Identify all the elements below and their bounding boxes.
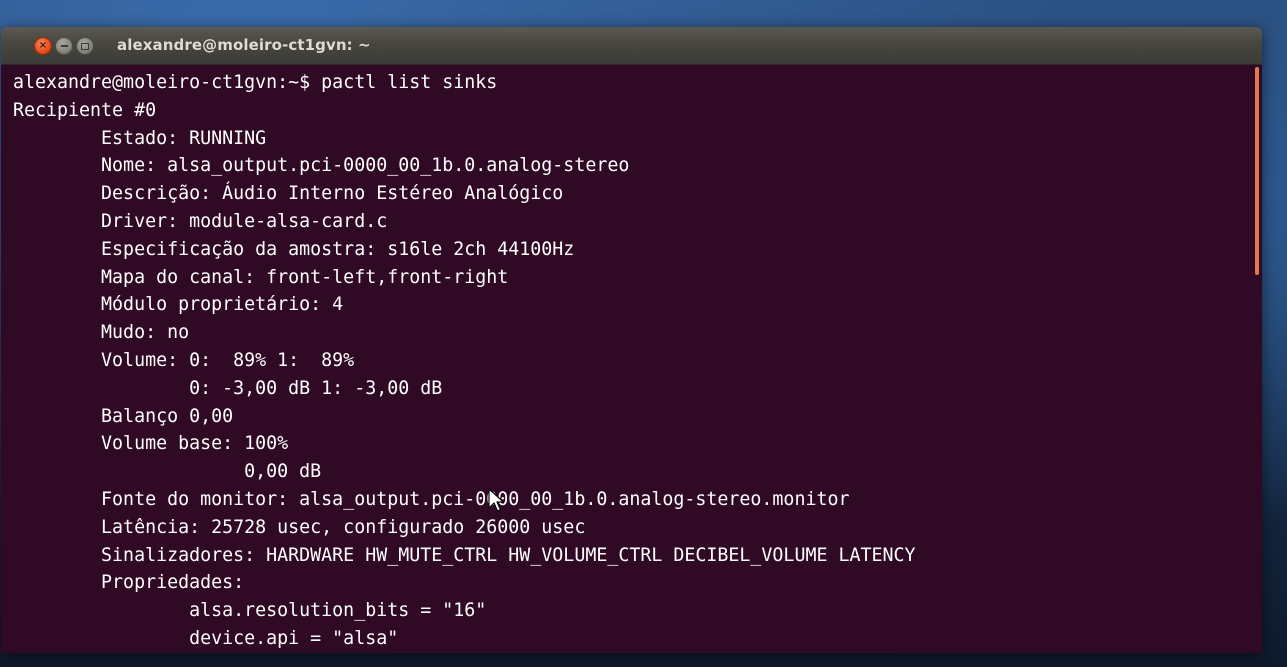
- terminal-line: Sinalizadores: HARDWARE HW_MUTE_CTRL HW_…: [13, 544, 916, 566]
- window-title: alexandre@moleiro-ct1gvn: ~: [117, 36, 371, 54]
- terminal-line: Latência: 25728 usec, configurado 26000 …: [13, 516, 586, 538]
- close-icon[interactable]: ×: [34, 37, 52, 55]
- terminal-line: Recipiente #0: [13, 99, 157, 121]
- terminal-line: Fonte do monitor: alsa_output.pci-0000_0…: [13, 488, 850, 510]
- scrollbar[interactable]: [1254, 65, 1262, 653]
- terminal-line: Balanço 0,00: [13, 405, 234, 427]
- mouse-pointer-icon: [488, 488, 505, 512]
- terminal-line: 0,00 dB: [13, 461, 322, 483]
- terminal-line: 0: -3,00 dB 1: -3,00 dB: [13, 377, 443, 399]
- terminal-line: Mudo: no: [13, 322, 190, 344]
- terminal-line: alsa.resolution_bits = "16": [13, 600, 487, 622]
- terminal-line: Propriedades:: [13, 572, 245, 594]
- terminal-line: Descrição: Áudio Interno Estéreo Analógi…: [13, 183, 564, 205]
- scrollbar-thumb[interactable]: [1255, 67, 1259, 275]
- terminal-line: Módulo proprietário: 4: [13, 294, 344, 316]
- terminal-line: Driver: module-alsa-card.c: [13, 210, 388, 232]
- terminal-output: alexandre@moleiro-ct1gvn:~$ pactl list s…: [13, 69, 916, 653]
- terminal-line: Volume base: 100%: [13, 433, 289, 455]
- window-titlebar[interactable]: × alexandre@moleiro-ct1gvn: ~: [1, 27, 1262, 65]
- terminal-window: × alexandre@moleiro-ct1gvn: ~ alexandre@…: [1, 27, 1262, 653]
- maximize-icon[interactable]: [76, 37, 94, 55]
- command-prompt-line: alexandre@moleiro-ct1gvn:~$ pactl list s…: [13, 72, 498, 93]
- terminal-line: Volume: 0: 89% 1: 89%: [13, 349, 355, 371]
- terminal-line: device.api = "alsa": [13, 627, 399, 649]
- terminal-line: Estado: RUNNING: [13, 127, 267, 149]
- minimize-icon[interactable]: [55, 37, 73, 55]
- terminal-line: Nome: alsa_output.pci-0000_00_1b.0.analo…: [13, 155, 630, 177]
- terminal-line: Mapa do canal: front-left,front-right: [13, 266, 509, 288]
- terminal-line: Especificação da amostra: s16le 2ch 4410…: [13, 238, 575, 260]
- terminal-area[interactable]: alexandre@moleiro-ct1gvn:~$ pactl list s…: [1, 65, 1262, 653]
